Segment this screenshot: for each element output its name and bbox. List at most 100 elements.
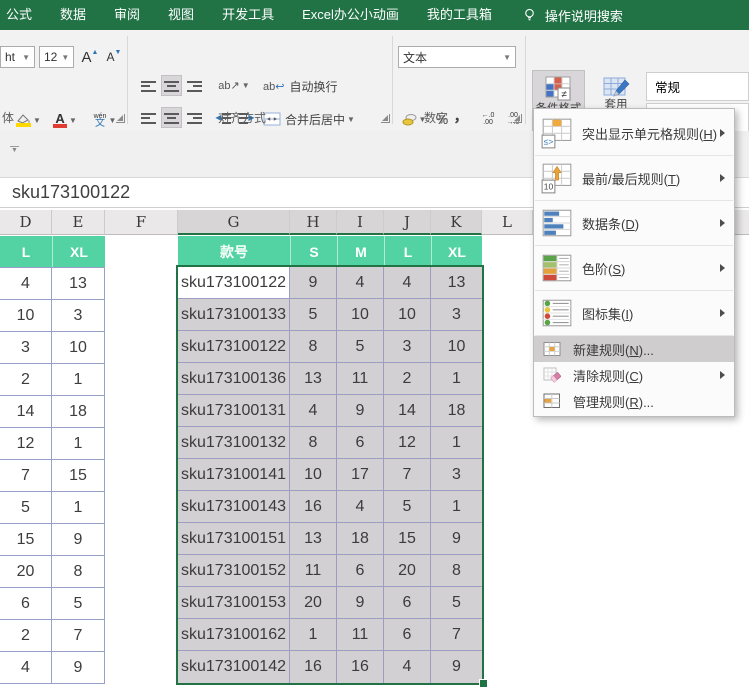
column-header-G[interactable]: G bbox=[178, 210, 290, 235]
menu-item-I[interactable]: 图标集(I) bbox=[534, 291, 734, 335]
cell[interactable]: sku173100142 bbox=[178, 651, 290, 683]
cell[interactable]: 8 bbox=[290, 427, 337, 459]
cell[interactable]: 1 bbox=[431, 427, 482, 459]
cell[interactable]: 5 bbox=[0, 492, 52, 524]
cell[interactable]: 2 bbox=[384, 363, 431, 395]
cell[interactable]: 4 bbox=[290, 395, 337, 427]
cell[interactable]: 3 bbox=[52, 300, 105, 332]
cell[interactable]: 4 bbox=[0, 268, 52, 300]
cell[interactable]: 13 bbox=[290, 363, 337, 395]
cell[interactable]: 17 bbox=[337, 459, 384, 491]
cell[interactable]: 5 bbox=[337, 331, 384, 363]
cell[interactable]: 10 bbox=[431, 331, 482, 363]
cell[interactable]: 6 bbox=[337, 427, 384, 459]
number-dialog-launcher-icon[interactable] bbox=[513, 114, 522, 123]
cell[interactable]: 15 bbox=[0, 524, 52, 556]
cell[interactable]: 16 bbox=[290, 651, 337, 683]
main-table-header-cell[interactable]: XL bbox=[431, 236, 482, 267]
cell[interactable]: 2 bbox=[0, 620, 52, 652]
cell[interactable]: 20 bbox=[290, 587, 337, 619]
cell[interactable]: 16 bbox=[337, 651, 384, 683]
ribbon-tab-数据[interactable]: 数据 bbox=[46, 0, 100, 30]
cell[interactable]: 1 bbox=[290, 619, 337, 651]
cell[interactable]: 18 bbox=[431, 395, 482, 427]
cell[interactable]: 13 bbox=[290, 523, 337, 555]
cell[interactable]: 3 bbox=[431, 299, 482, 331]
cell[interactable]: 9 bbox=[431, 651, 482, 683]
ribbon-tab-我的工具箱[interactable]: 我的工具箱 bbox=[413, 0, 506, 30]
cell[interactable]: sku173100122 bbox=[178, 267, 290, 299]
cell[interactable]: 10 bbox=[52, 332, 105, 364]
left-table-header-cell[interactable]: XL bbox=[52, 236, 105, 267]
cell[interactable]: sku173100131 bbox=[178, 395, 290, 427]
column-header-I[interactable]: I bbox=[337, 210, 384, 235]
cell[interactable]: 3 bbox=[0, 332, 52, 364]
menu-item-D[interactable]: 数据条(D) bbox=[534, 201, 734, 245]
cell[interactable]: 1 bbox=[52, 492, 105, 524]
align-bottom-button[interactable] bbox=[184, 75, 205, 96]
ribbon-tab-公式[interactable]: 公式 bbox=[0, 0, 46, 30]
cell[interactable]: 20 bbox=[384, 555, 431, 587]
cell[interactable]: 4 bbox=[384, 267, 431, 299]
cell[interactable]: 18 bbox=[337, 523, 384, 555]
cell[interactable]: 13 bbox=[431, 267, 482, 299]
cell[interactable]: 1 bbox=[431, 491, 482, 523]
cell[interactable]: 13 bbox=[52, 268, 105, 300]
main-table-header-cell[interactable]: S bbox=[290, 236, 337, 267]
cell[interactable]: 12 bbox=[0, 428, 52, 460]
cell[interactable]: 10 bbox=[0, 300, 52, 332]
cell[interactable]: 9 bbox=[337, 587, 384, 619]
cell[interactable]: 9 bbox=[337, 395, 384, 427]
font-size-combo[interactable]: 12 ▼ bbox=[39, 46, 74, 68]
column-header-D[interactable]: D bbox=[0, 210, 52, 235]
cell[interactable]: 5 bbox=[431, 587, 482, 619]
column-header-J[interactable]: J bbox=[384, 210, 431, 235]
cell[interactable]: 15 bbox=[384, 523, 431, 555]
cell[interactable]: 3 bbox=[384, 331, 431, 363]
cell[interactable]: 4 bbox=[337, 491, 384, 523]
left-table-header-cell[interactable]: L bbox=[0, 236, 52, 267]
font-name-combo[interactable]: ht ▼ bbox=[0, 46, 35, 68]
cell[interactable]: 20 bbox=[0, 556, 52, 588]
cell[interactable]: sku173100133 bbox=[178, 299, 290, 331]
tell-me-search[interactable]: 操作说明搜索 bbox=[512, 6, 623, 25]
cell[interactable]: 5 bbox=[384, 491, 431, 523]
name-box-dropdown-icon[interactable]: ▼ bbox=[10, 146, 19, 153]
menu-item-R[interactable]: 管理规则(R)... bbox=[534, 388, 734, 414]
cell[interactable]: sku173100141 bbox=[178, 459, 290, 491]
cell[interactable]: 9 bbox=[290, 267, 337, 299]
cell[interactable]: 12 bbox=[384, 427, 431, 459]
cell[interactable]: 5 bbox=[290, 299, 337, 331]
cell[interactable]: sku173100153 bbox=[178, 587, 290, 619]
grow-font-button[interactable]: A▲ bbox=[79, 46, 101, 68]
font-color-button[interactable]: A ▼ bbox=[48, 108, 82, 132]
cell[interactable]: sku173100136 bbox=[178, 363, 290, 395]
cell[interactable]: sku173100132 bbox=[178, 427, 290, 459]
menu-item-N[interactable]: 新建规则(N)... bbox=[534, 336, 734, 362]
ribbon-tab-开发工具[interactable]: 开发工具 bbox=[208, 0, 288, 30]
cell[interactable]: 8 bbox=[52, 556, 105, 588]
number-format-combo[interactable]: 文本 ▼ bbox=[398, 46, 516, 68]
wrap-text-button[interactable]: ab↩ 自动换行 bbox=[262, 74, 374, 98]
cell[interactable]: 3 bbox=[431, 459, 482, 491]
cell[interactable]: 9 bbox=[431, 523, 482, 555]
cell[interactable]: 14 bbox=[0, 396, 52, 428]
cell[interactable]: 7 bbox=[384, 459, 431, 491]
cell[interactable]: 5 bbox=[52, 588, 105, 620]
cell[interactable]: 6 bbox=[384, 619, 431, 651]
cell[interactable]: 15 bbox=[52, 460, 105, 492]
cell[interactable]: 6 bbox=[0, 588, 52, 620]
cell[interactable]: 1 bbox=[52, 428, 105, 460]
menu-item-C[interactable]: 清除规则(C) bbox=[534, 362, 734, 388]
menu-item-T[interactable]: 10最前/最后规则(T) bbox=[534, 156, 734, 200]
cell[interactable]: 10 bbox=[384, 299, 431, 331]
cell-style-normal[interactable]: 常规 bbox=[646, 72, 749, 101]
cell[interactable]: 11 bbox=[337, 619, 384, 651]
cell[interactable]: 14 bbox=[384, 395, 431, 427]
column-header-E[interactable]: E bbox=[52, 210, 105, 235]
main-table-header-cell[interactable]: M bbox=[337, 236, 384, 267]
cell[interactable]: 8 bbox=[431, 555, 482, 587]
align-top-button[interactable] bbox=[138, 75, 159, 96]
cell[interactable]: 8 bbox=[290, 331, 337, 363]
cell[interactable]: 1 bbox=[52, 364, 105, 396]
